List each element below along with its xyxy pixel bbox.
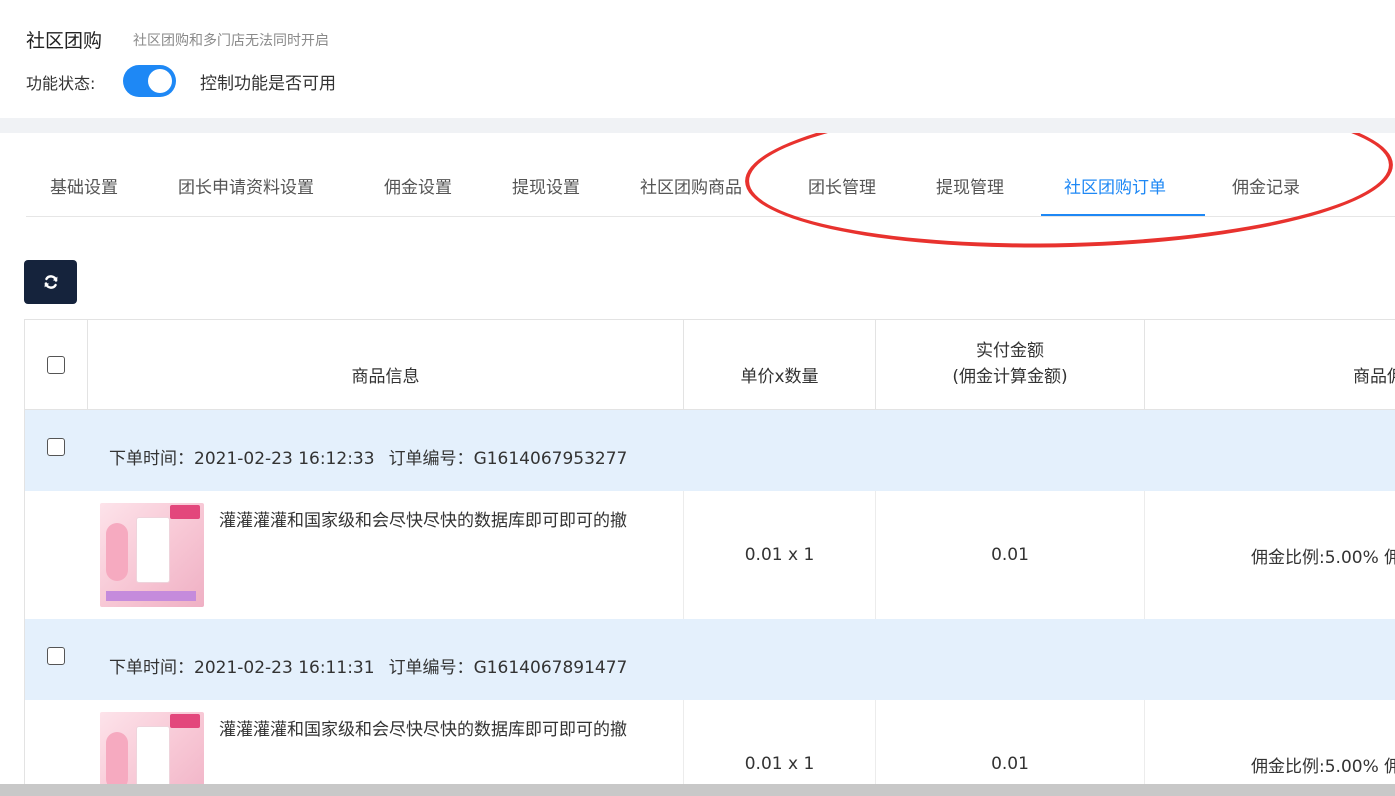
order-time: 2021-02-23 16:12:33 bbox=[194, 449, 375, 469]
status-description: 控制功能是否可用 bbox=[200, 74, 336, 94]
order-item-row: 灌灌灌灌和国家级和会尽快尽快的数据库即可即可的撤 0.01 x 1 0.01 佣… bbox=[25, 491, 1395, 619]
tab-withdraw-management[interactable]: 提现管理 bbox=[936, 173, 1004, 198]
tab-commission-settings[interactable]: 佣金设置 bbox=[384, 173, 452, 198]
product-cell: 灌灌灌灌和国家级和会尽快尽快的数据库即可即可的撤 bbox=[25, 491, 684, 619]
header-paid-amount: 实付金额 (佣金计算金额) bbox=[876, 320, 1145, 410]
commission-info: 佣金比例:5.00% 佣 bbox=[1251, 757, 1395, 777]
price-quantity-cell: 0.01 x 1 bbox=[684, 700, 876, 784]
order-meta: 下单时间：2021-02-23 16:12:33 订单编号：G1614067953… bbox=[109, 444, 627, 469]
tab-withdraw-settings[interactable]: 提现设置 bbox=[512, 173, 580, 198]
header-product-info: 商品信息 bbox=[88, 320, 684, 410]
header-product-commission-label: 商品佣 bbox=[1353, 367, 1395, 387]
orders-table: 商品信息 单价x数量 实付金额 (佣金计算金额) 商品佣 下单时间：2021-0… bbox=[24, 319, 1395, 784]
toggle-knob bbox=[148, 69, 172, 93]
page-title: 社区团购 bbox=[26, 30, 103, 52]
order-time-label: 下单时间： bbox=[109, 449, 194, 469]
tab-bar: 基础设置 团长申请资料设置 佣金设置 提现设置 社区团购商品 团长管理 提现管理… bbox=[26, 133, 1395, 217]
order-time: 2021-02-23 16:11:31 bbox=[194, 658, 375, 678]
tab-leader-management[interactable]: 团长管理 bbox=[808, 173, 876, 198]
paid-amount-cell: 0.01 bbox=[876, 491, 1145, 619]
tab-group-products[interactable]: 社区团购商品 bbox=[640, 173, 742, 198]
order-checkbox[interactable] bbox=[47, 647, 65, 665]
tab-commission-records[interactable]: 佣金记录 bbox=[1232, 173, 1300, 198]
order-no-label: 订单编号： bbox=[388, 658, 474, 678]
header-product-commission: 商品佣 bbox=[1145, 320, 1395, 410]
order-header-row: 下单时间：2021-02-23 16:12:33 订单编号：G1614067953… bbox=[25, 410, 1395, 491]
product-thumbnail[interactable] bbox=[100, 712, 204, 784]
active-tab-indicator bbox=[1041, 214, 1205, 216]
horizontal-scrollbar[interactable] bbox=[0, 784, 1395, 796]
price-quantity-cell: 0.01 x 1 bbox=[684, 491, 876, 619]
select-all-checkbox[interactable] bbox=[47, 356, 65, 374]
commission-info: 佣金比例:5.00% 佣 bbox=[1251, 548, 1395, 568]
order-item-row: 灌灌灌灌和国家级和会尽快尽快的数据库即可即可的撤 0.01 x 1 0.01 佣… bbox=[25, 700, 1395, 784]
table-header: 商品信息 单价x数量 实付金额 (佣金计算金额) 商品佣 bbox=[25, 320, 1395, 410]
header-checkbox-cell bbox=[25, 320, 88, 410]
header-paid-line2: (佣金计算金额) bbox=[952, 367, 1068, 387]
order-no-label: 订单编号： bbox=[388, 449, 474, 469]
paid-amount-cell: 0.01 bbox=[876, 700, 1145, 784]
refresh-icon bbox=[44, 275, 57, 289]
tab-leader-application[interactable]: 团长申请资料设置 bbox=[178, 173, 314, 198]
product-name[interactable]: 灌灌灌灌和国家级和会尽快尽快的数据库即可即可的撤 bbox=[219, 507, 679, 535]
main-panel: 基础设置 团长申请资料设置 佣金设置 提现设置 社区团购商品 团长管理 提现管理… bbox=[0, 133, 1395, 784]
tab-group-orders[interactable]: 社区团购订单 bbox=[1064, 173, 1166, 198]
page-subtitle: 社区团购和多门店无法同时开启 bbox=[133, 33, 329, 49]
product-cell: 灌灌灌灌和国家级和会尽快尽快的数据库即可即可的撤 bbox=[25, 700, 684, 784]
order-checkbox[interactable] bbox=[47, 438, 65, 456]
order-time-label: 下单时间： bbox=[109, 658, 194, 678]
order-meta: 下单时间：2021-02-23 16:11:31 订单编号：G1614067891… bbox=[109, 653, 627, 678]
product-thumbnail[interactable] bbox=[100, 503, 204, 607]
order-no: G1614067953277 bbox=[473, 449, 628, 469]
order-header-row: 下单时间：2021-02-23 16:11:31 订单编号：G1614067891… bbox=[25, 619, 1395, 700]
feature-toggle[interactable] bbox=[123, 65, 176, 97]
order-no: G1614067891477 bbox=[473, 658, 628, 678]
tab-basic-settings[interactable]: 基础设置 bbox=[50, 173, 118, 198]
product-name[interactable]: 灌灌灌灌和国家级和会尽快尽快的数据库即可即可的撤 bbox=[219, 716, 679, 744]
header-paid-line1: 实付金额 bbox=[976, 341, 1044, 361]
status-label: 功能状态: bbox=[26, 74, 96, 93]
header-price-quantity: 单价x数量 bbox=[684, 320, 876, 410]
module-header: 社区团购 社区团购和多门店无法同时开启 功能状态: 控制功能是否可用 bbox=[0, 0, 1395, 118]
refresh-button[interactable] bbox=[24, 260, 77, 304]
